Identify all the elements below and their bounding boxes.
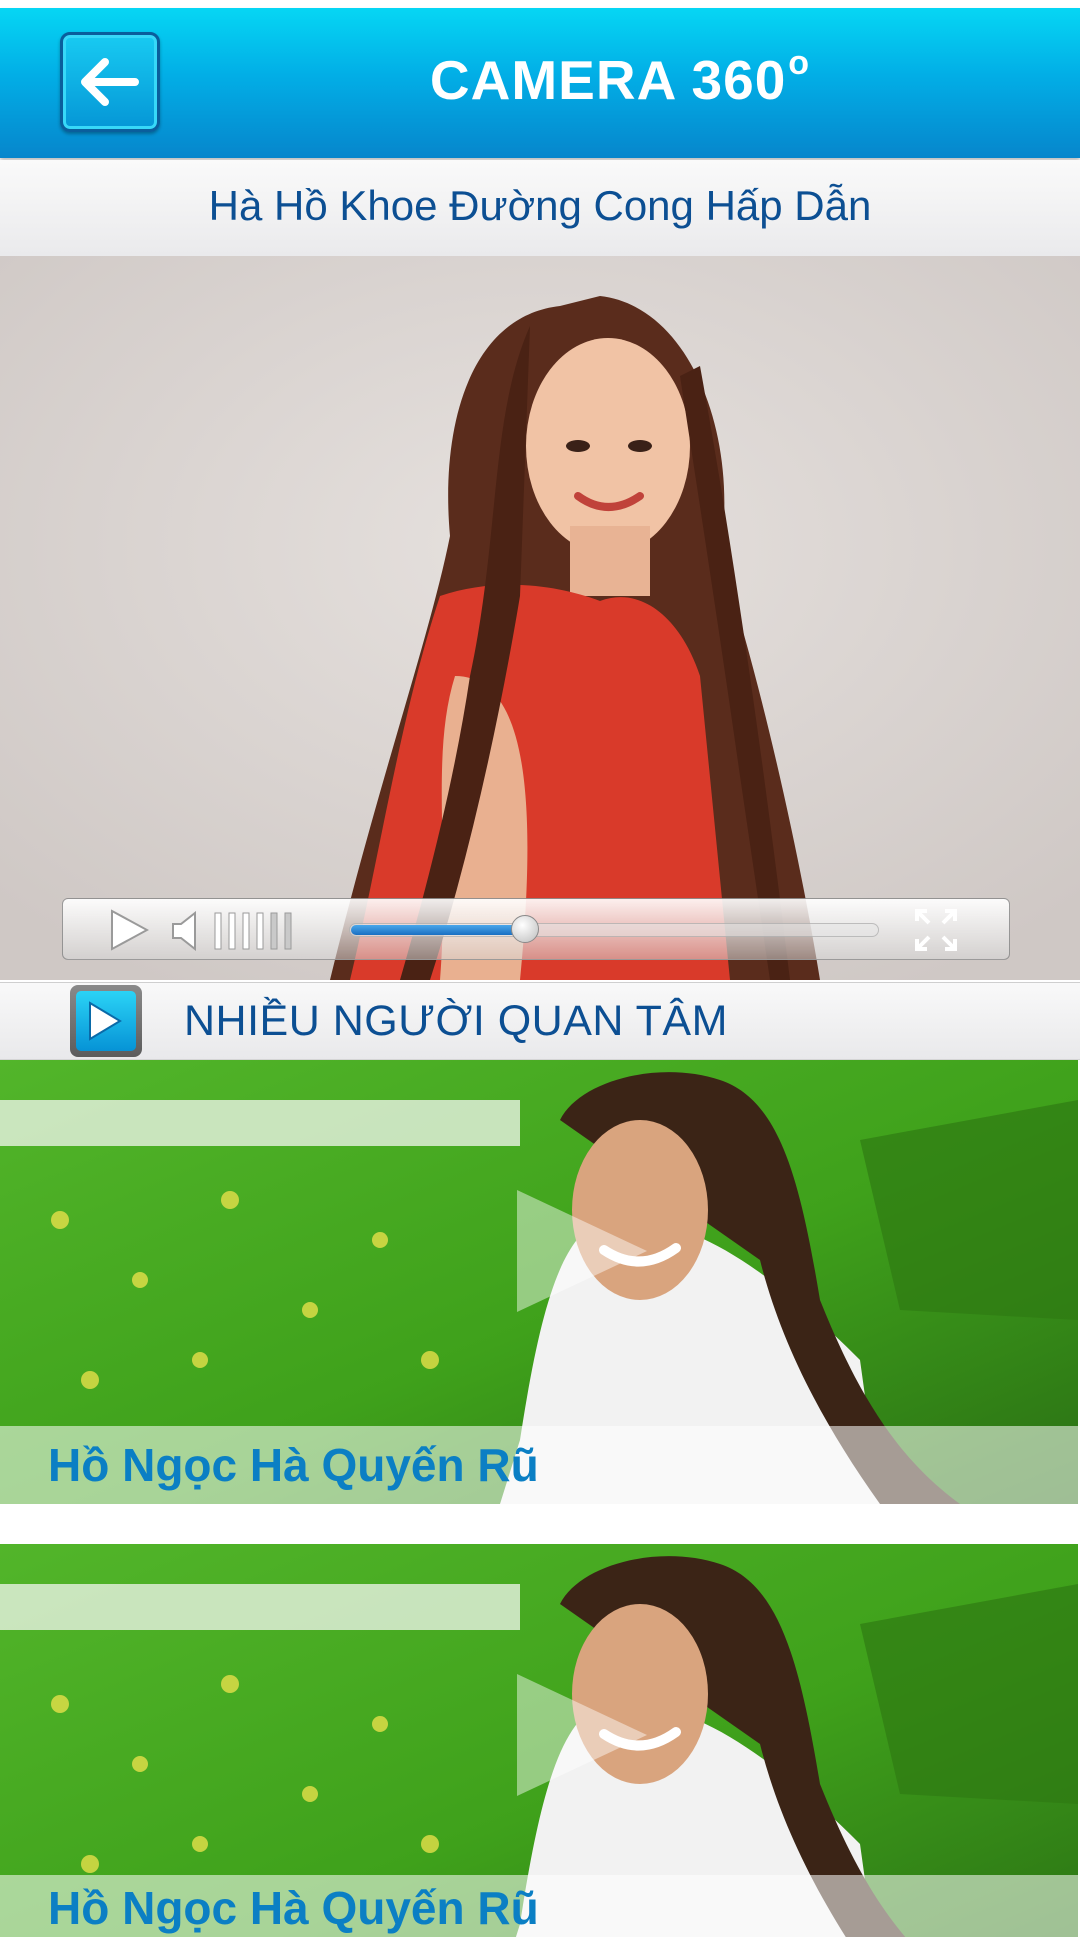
play-icon (89, 1001, 122, 1041)
play-overlay-icon[interactable] (515, 1188, 649, 1314)
back-button[interactable] (60, 32, 160, 132)
video-player[interactable] (0, 256, 1080, 980)
section-play-button[interactable] (70, 985, 142, 1057)
section-title: NHIỀU NGƯỜI QUAN TÂM (184, 997, 728, 1045)
video-title-bar: Hà Hồ Khoe Đường Cong Hấp Dẫn (0, 160, 1080, 257)
section-play-button-face (76, 991, 136, 1051)
app-title: CAMERA 360o (160, 44, 1080, 112)
video-frame-image (0, 256, 1080, 980)
volume-slider[interactable] (213, 911, 299, 951)
play-overlay-icon[interactable] (515, 1672, 649, 1798)
app-header: CAMERA 360o (0, 8, 1080, 158)
video-caption: Hồ Ngọc Hà Quyến Rũ (48, 1439, 539, 1491)
fullscreen-icon[interactable] (915, 909, 957, 951)
section-header: NHIỀU NGƯỜI QUAN TÂM (0, 982, 1080, 1060)
arrow-left-icon (81, 58, 139, 106)
play-icon[interactable] (109, 909, 149, 951)
progress-fill (351, 925, 525, 935)
video-title: Hà Hồ Khoe Đường Cong Hấp Dẫn (208, 182, 872, 229)
app-title-degree: o (788, 44, 811, 82)
video-caption: Hồ Ngọc Hà Quyến Rũ (48, 1882, 539, 1934)
video-controls (62, 898, 1010, 960)
progress-knob[interactable] (511, 915, 539, 943)
related-video-card[interactable]: Hồ Ngọc Hà Quyến Rũ (0, 1544, 1078, 1937)
speaker-icon[interactable] (171, 911, 197, 951)
related-video-card[interactable]: Hồ Ngọc Hà Quyến Rũ (0, 1060, 1078, 1504)
app-title-text: CAMERA 360 (429, 49, 787, 111)
